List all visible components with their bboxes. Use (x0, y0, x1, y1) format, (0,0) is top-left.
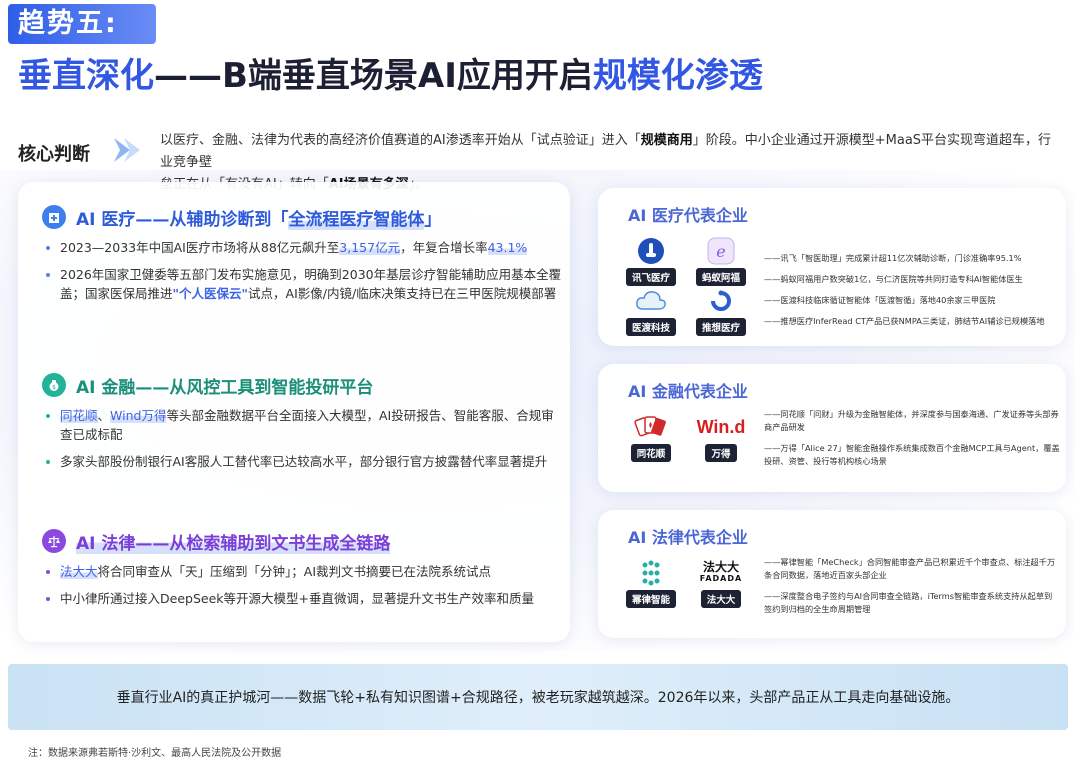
medical-title-b: 全流程医疗智能体 (288, 209, 425, 230)
money-bag-icon: $ (42, 373, 66, 397)
legal-companies-title: AI 法律代表企业 (628, 528, 748, 547)
logo-wind: Win.d 万得 (696, 416, 746, 462)
headline-part2: ——B端垂直场景AI应用开启 (154, 56, 593, 96)
list-item: ——蚂蚁阿福用户数突破1亿，与仁济医院等共同打造专科AI智能体医生 (764, 274, 1023, 284)
medical-section-title: AI 医疗——从辅助诊断到「全流程医疗智能体」 (76, 205, 441, 230)
svg-text:e: e (716, 242, 725, 261)
iflytek-health-logo-icon (638, 238, 664, 264)
powerlaw-logo-icon (642, 560, 660, 586)
finance-section-title: AI 金融——从风控工具到智能投研平台 (76, 377, 374, 398)
logo-powerlaw: 幂律智能 (616, 558, 686, 608)
medical-title-a: AI 医疗——从辅助诊断到「 (76, 209, 289, 230)
list-item: ——幂律智能「MeCheck」合同智能审查产品已积累近千个审查点、标注超千万条合… (764, 557, 1056, 580)
list-item: ——深度整合电子签约与AI合同审查全链路，iTerms智能审查系统支持从起草到签… (764, 591, 1053, 614)
medical-section: AI 医疗——从辅助诊断到「全流程医疗智能体」 2023—2033年中国AI医疗… (42, 204, 562, 311)
cloud-icon (636, 291, 666, 310)
medical-bullets: 2023—2033年中国AI医疗市场将从88亿元飙升至3,157亿元，年复合增长… (42, 238, 562, 303)
list-item: ——推想医疗InferRead CT产品已获NMPA三类证，肺结节AI辅诊已规模… (764, 316, 1045, 326)
list-item: 2026年国家卫健委等五部门发布实施意见，明确到2030年基层诊疗智能辅助应用基… (42, 265, 562, 303)
hospital-icon (42, 205, 66, 229)
fadada-wordmark-en: FADADA (699, 574, 743, 583)
legal-companies-card: AI 法律代表企业 幂律智能 法大大 FADADA 法大大 ——幂律智能「MeC… (598, 510, 1066, 638)
headline-part1: 垂直深化 (18, 56, 154, 96)
list-item: 中小律所通过接入DeepSeek等开源大模型+垂直微调，显著提升文书生产效率和质… (42, 589, 562, 608)
finance-bullets: 同花顺、Wind万得等头部金融数据平台全面接入大模型，AI投研报告、智能客服、合… (42, 406, 562, 471)
wind-wordmark: Win.d (696, 416, 746, 437)
list-item: ——同花顺「问财」升级为金融智能体，并深度参与国泰海通、广发证券等头部券商产品研… (764, 409, 1059, 432)
list-item: 同花顺、Wind万得等头部金融数据平台全面接入大模型，AI投研报告、智能客服、合… (42, 406, 562, 444)
scales-icon (42, 529, 66, 553)
list-item: ——医渡科技临床循证智能体「医渡智循」落地40余家三甲医院 (764, 295, 996, 305)
page-headline: 垂直深化——B端垂直场景AI应用开启规模化渗透 (18, 52, 978, 100)
svg-text:$: $ (52, 384, 56, 391)
fadada-wordmark-cn: 法大大 (702, 560, 739, 574)
logo-iflytek-health: 讯飞医疗 (616, 236, 686, 286)
legal-bullets: 法大大将合同审查从「天」压缩到「分钟」；AI裁判文书摘要已在法院系统试点 中小律… (42, 562, 562, 608)
list-item: 2023—2033年中国AI医疗市场将从88亿元飙升至3,157亿元，年复合增长… (42, 238, 562, 257)
finance-companies-notes: ——同花顺「问财」升级为金融智能体，并深度参与国泰海通、广发证券等头部券商产品研… (764, 408, 1060, 476)
logo-tonghuashun: 同花顺 (616, 412, 686, 462)
logo-fadada: 法大大 FADADA 法大大 (699, 560, 743, 608)
ant-afu-logo-icon: e (707, 237, 735, 265)
finance-companies-card: AI 金融代表企业 同花顺 Win.d 万得 ——同花顺「问财」升级为金融智能体… (598, 364, 1066, 492)
list-item: ——讯飞「智医助理」完成累计超11亿次辅助诊断，门诊准确率95.1% (764, 253, 1022, 263)
medical-companies-title: AI 医疗代表企业 (628, 206, 748, 225)
list-item: 多家头部股份制银行AI客服人工替代率已达较高水平，部分银行官方披露替代率显著提升 (42, 452, 562, 471)
logo-ant-afu: e 蚂蚁阿福 (686, 236, 756, 286)
conclusion-text: 垂直行业AI的真正护城河——数据飞轮+私有知识图谱+合规路径，被老玩家越筑越深。… (116, 690, 960, 706)
finance-companies-title: AI 金融代表企业 (628, 382, 748, 401)
finance-section: $ AI 金融——从风控工具到智能投研平台 同花顺、Wind万得等头部金融数据平… (42, 372, 562, 479)
legal-section: AI 法律——从检索辅助到文书生成全链路 法大大将合同审查从「天」压缩到「分钟」… (42, 528, 562, 616)
core-line1-b: 规模商用 (640, 133, 693, 148)
legal-companies-notes: ——幂律智能「MeCheck」合同智能审查产品已积累近千个审查点、标注超千万条合… (764, 556, 1060, 624)
medical-companies-card: AI 医疗代表企业 讯飞医疗 e 蚂蚁阿福 医渡科技 推想医疗 ——讯飞「智医助… (598, 188, 1066, 346)
legal-section-title: AI 法律——从检索辅助到文书生成全链路 (76, 528, 391, 554)
sector-summary-card: AI 医疗——从辅助诊断到「全流程医疗智能体」 2023—2033年中国AI医疗… (18, 182, 570, 642)
medical-companies-notes: ——讯飞「智医助理」完成累计超11亿次辅助诊断，门诊准确率95.1% ——蚂蚁阿… (764, 252, 1060, 336)
medical-title-c: 」 (424, 209, 442, 230)
list-item: 法大大将合同审查从「天」压缩到「分钟」；AI裁判文书摘要已在法院系统试点 (42, 562, 562, 581)
chevron-right-icon (114, 138, 140, 162)
core-line1-a: 以医疗、金融、法律为代表的高经济价值赛道的AI渗透率开始从「试点验证」进入「 (160, 133, 641, 148)
headline-part3: 规模化渗透 (592, 56, 763, 96)
infervision-logo-icon (711, 290, 731, 311)
conclusion-banner: 垂直行业AI的真正护城河——数据飞轮+私有知识图谱+合规路径，被老玩家越筑越深。… (8, 664, 1068, 730)
playing-cards-icon (634, 416, 666, 437)
trend-badge: 趋势五: (8, 4, 156, 44)
list-item: ——万得「Alice 27」智能金融操作系统集成数百个金融MCP工具与Agent… (764, 443, 1060, 466)
logo-yidu-tech: 医渡科技 (616, 286, 686, 336)
core-judgment-label: 核心判断 (18, 144, 90, 165)
logo-infervision: 推想医疗 (686, 286, 756, 336)
source-footnote: 注：数据来源弗若斯特·沙利文、最高人民法院及公开数据 (28, 748, 282, 759)
